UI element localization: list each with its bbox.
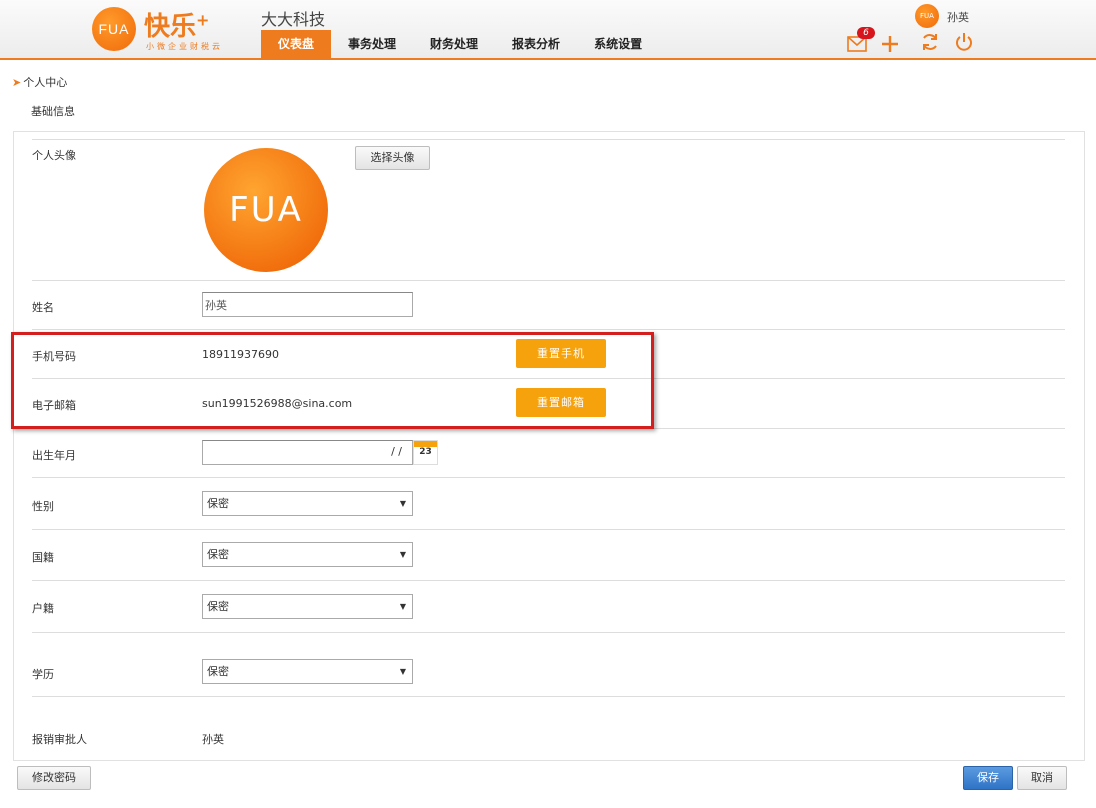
name-label: 姓名 <box>32 301 54 314</box>
nav-dashboard[interactable]: 仪表盘 <box>261 30 332 58</box>
row-divider <box>32 696 1065 697</box>
approver-label: 报销审批人 <box>32 733 87 746</box>
education-select[interactable]: 保密 ▼ <box>202 659 413 684</box>
company-name: 大大科技 <box>261 10 326 29</box>
nationality-select-value: 保密 <box>207 548 229 561</box>
calendar-icon-day: 23 <box>419 447 432 457</box>
chevron-down-icon: ▼ <box>399 602 406 611</box>
gender-select-value: 保密 <box>207 497 229 510</box>
nationality-label: 国籍 <box>32 551 54 564</box>
top-header: FUA 快乐+ 小微企业财税云 大大科技 仪表盘 事务处理 财务处理 报表分析 … <box>0 0 1096 60</box>
calendar-icon[interactable]: 23 <box>413 440 438 465</box>
row-divider <box>32 280 1065 281</box>
breadcrumb: ➤ 个人中心 <box>12 74 67 90</box>
row-divider <box>32 529 1065 530</box>
mail-badge: 6 <box>857 27 875 39</box>
gender-select[interactable]: 保密 ▼ <box>202 491 413 516</box>
profile-avatar-image: FUA <box>204 148 328 272</box>
chevron-down-icon: ▼ <box>399 499 406 508</box>
main-nav: 仪表盘 事务处理 财务处理 报表分析 系统设置 <box>261 30 659 58</box>
education-label: 学历 <box>32 668 54 681</box>
section-title: 基础信息 <box>31 105 75 118</box>
profile-panel <box>13 131 1085 761</box>
row-divider <box>32 329 1065 330</box>
refresh-icon[interactable] <box>920 32 940 52</box>
nationality-select[interactable]: 保密 ▼ <box>202 542 413 567</box>
cancel-button[interactable]: 取消 <box>1017 766 1067 790</box>
brand-plus: + <box>196 10 210 30</box>
row-divider <box>32 580 1065 581</box>
name-input[interactable]: 孙英 <box>202 292 413 317</box>
nav-settings[interactable]: 系统设置 <box>577 30 659 58</box>
change-password-button[interactable]: 修改密码 <box>17 766 91 790</box>
nav-reports[interactable]: 报表分析 <box>495 30 577 58</box>
row-divider <box>32 632 1065 633</box>
approver-value: 孙英 <box>202 733 224 746</box>
nav-finance[interactable]: 财务处理 <box>413 30 495 58</box>
household-select-value: 保密 <box>207 600 229 613</box>
birth-label: 出生年月 <box>32 449 76 462</box>
household-label: 户籍 <box>32 602 54 615</box>
save-button[interactable]: 保存 <box>963 766 1013 790</box>
household-select[interactable]: 保密 ▼ <box>202 594 413 619</box>
choose-avatar-button[interactable]: 选择头像 <box>355 146 430 170</box>
avatar-label: 个人头像 <box>32 149 76 162</box>
logo-icon[interactable]: FUA <box>92 7 136 51</box>
power-icon[interactable] <box>954 32 974 52</box>
birth-date-input[interactable]: / / <box>202 440 413 465</box>
chevron-down-icon: ▼ <box>399 550 406 559</box>
highlight-box <box>11 332 654 429</box>
breadcrumb-label[interactable]: 个人中心 <box>23 76 67 89</box>
chevron-down-icon: ▼ <box>399 667 406 676</box>
brand-slogan: 小微企业财税云 <box>146 42 223 51</box>
row-divider <box>32 477 1065 478</box>
row-divider <box>32 139 1065 140</box>
brand-name-text: 快乐 <box>144 12 197 42</box>
user-avatar[interactable]: FUA <box>915 4 939 28</box>
chevron-right-icon: ➤ <box>12 76 22 89</box>
brand-name: 快乐+ <box>144 6 209 43</box>
education-select-value: 保密 <box>207 665 229 678</box>
user-name[interactable]: 孙英 <box>947 9 969 25</box>
add-icon[interactable] <box>880 34 900 54</box>
nav-transactions[interactable]: 事务处理 <box>331 30 413 58</box>
gender-label: 性别 <box>32 500 54 513</box>
